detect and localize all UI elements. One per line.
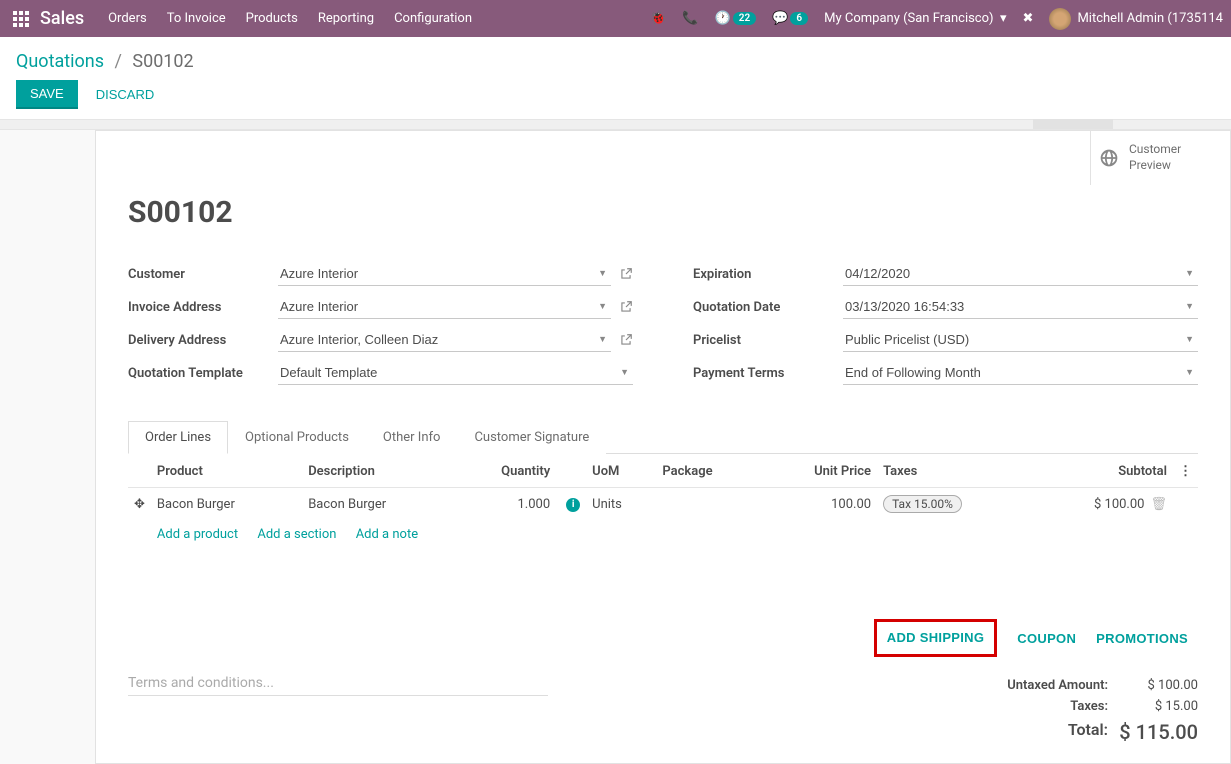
- col-package: Package: [656, 454, 761, 488]
- footer-buttons: ADD SHIPPING COUPON PROMOTIONS: [128, 619, 1198, 657]
- avatar: [1049, 8, 1071, 30]
- nav-to-invoice[interactable]: To Invoice: [167, 11, 226, 26]
- tab-order-lines[interactable]: Order Lines: [128, 421, 228, 454]
- discard-button[interactable]: DISCARD: [96, 87, 155, 102]
- cell-subtotal: $ 100.00: [1094, 497, 1145, 512]
- bug-icon[interactable]: 🐞: [650, 11, 666, 26]
- totals: Untaxed Amount:$ 100.00 Taxes:$ 15.00 To…: [938, 675, 1198, 747]
- taxes-value: $ 15.00: [1108, 699, 1198, 714]
- nav-products[interactable]: Products: [246, 11, 298, 26]
- external-link-icon[interactable]: [619, 300, 633, 314]
- breadcrumb: Quotations / S00102: [16, 37, 1215, 80]
- add-product-link[interactable]: Add a product: [157, 527, 238, 542]
- coupon-button[interactable]: COUPON: [1017, 619, 1076, 657]
- cell-product[interactable]: Bacon Burger: [151, 488, 302, 521]
- order-lines-table: Product Description Quantity UoM Package…: [128, 454, 1198, 549]
- total-label: Total:: [938, 720, 1108, 744]
- tab-customer-signature[interactable]: Customer Signature: [457, 421, 606, 454]
- highlight-box: ADD SHIPPING: [874, 619, 998, 657]
- col-taxes: Taxes: [877, 454, 1030, 488]
- promotions-button[interactable]: PROMOTIONS: [1096, 619, 1188, 657]
- col-unit-price: Unit Price: [761, 454, 877, 488]
- add-shipping-button[interactable]: ADD SHIPPING: [887, 630, 985, 645]
- external-link-icon[interactable]: [619, 267, 633, 281]
- messages-badge: 6: [790, 12, 808, 25]
- pricelist-label: Pricelist: [693, 333, 843, 348]
- apps-icon[interactable]: [12, 10, 30, 28]
- cell-unit-price[interactable]: 100.00: [761, 488, 877, 521]
- taxes-label: Taxes:: [938, 699, 1108, 714]
- tabs: Order Lines Optional Products Other Info…: [128, 420, 1198, 454]
- nav-orders[interactable]: Orders: [108, 11, 147, 26]
- payment-terms-field[interactable]: [843, 361, 1198, 385]
- total-value: $ 115.00: [1108, 720, 1198, 744]
- status-strip: [0, 120, 1231, 130]
- quotation-date-field[interactable]: [843, 295, 1198, 319]
- brand[interactable]: Sales: [40, 8, 84, 29]
- drag-handle-icon[interactable]: ✥: [128, 488, 151, 521]
- user-menu[interactable]: Mitchell Admin (1735114: [1049, 8, 1223, 30]
- cell-description[interactable]: Bacon Burger: [302, 488, 453, 521]
- pricelist-field[interactable]: [843, 328, 1198, 352]
- cell-package[interactable]: [656, 488, 761, 521]
- record-title: S00102: [128, 195, 1198, 230]
- delivery-address-field[interactable]: [278, 328, 611, 352]
- col-product: Product: [151, 454, 302, 488]
- messages-icon[interactable]: 💬6: [772, 11, 808, 26]
- untaxed-value: $ 100.00: [1108, 678, 1198, 693]
- breadcrumb-root[interactable]: Quotations: [16, 51, 104, 72]
- col-subtotal: Subtotal: [1030, 454, 1173, 488]
- col-options-icon[interactable]: ⋮: [1173, 454, 1198, 488]
- quotation-date-label: Quotation Date: [693, 300, 843, 315]
- untaxed-label: Untaxed Amount:: [938, 678, 1108, 693]
- trash-icon[interactable]: 🗑: [1150, 497, 1167, 512]
- invoice-address-field[interactable]: [278, 295, 611, 319]
- breadcrumb-current: S00102: [132, 51, 193, 72]
- nav-configuration[interactable]: Configuration: [394, 11, 472, 26]
- col-description: Description: [302, 454, 453, 488]
- save-button[interactable]: SAVE: [16, 80, 78, 109]
- info-icon[interactable]: i: [566, 498, 580, 512]
- customer-preview-button[interactable]: CustomerPreview: [1090, 131, 1230, 185]
- table-row[interactable]: ✥ Bacon Burger Bacon Burger 1.000 i Unit…: [128, 488, 1198, 521]
- tax-badge[interactable]: Tax 15.00%: [883, 495, 962, 513]
- delivery-address-label: Delivery Address: [128, 333, 278, 348]
- form-sheet: CustomerPreview S00102 Customer ▼ Invoic…: [95, 130, 1231, 764]
- tab-other-info[interactable]: Other Info: [366, 421, 458, 454]
- customer-field[interactable]: [278, 262, 611, 286]
- add-section-link[interactable]: Add a section: [257, 527, 336, 542]
- quotation-template-label: Quotation Template: [128, 366, 278, 381]
- company-selector[interactable]: My Company (San Francisco) ▾: [824, 11, 1006, 26]
- top-nav: Sales Orders To Invoice Products Reporti…: [0, 0, 1231, 37]
- settings-icon[interactable]: ✖: [1023, 11, 1034, 26]
- activity-icon[interactable]: 🕐22: [715, 11, 757, 26]
- external-link-icon[interactable]: [619, 333, 633, 347]
- control-panel: Quotations / S00102 SAVE DISCARD: [0, 37, 1231, 120]
- activity-badge: 22: [733, 12, 756, 25]
- quotation-template-field[interactable]: [278, 361, 633, 385]
- col-quantity: Quantity: [454, 454, 557, 488]
- expiration-field[interactable]: [843, 262, 1198, 286]
- tab-optional-products[interactable]: Optional Products: [228, 421, 366, 454]
- col-uom: UoM: [586, 454, 656, 488]
- terms-input[interactable]: Terms and conditions...: [128, 675, 548, 696]
- invoice-address-label: Invoice Address: [128, 300, 278, 315]
- cell-quantity[interactable]: 1.000: [454, 488, 557, 521]
- payment-terms-label: Payment Terms: [693, 366, 843, 381]
- nav-reporting[interactable]: Reporting: [318, 11, 374, 26]
- cell-uom[interactable]: Units: [586, 488, 656, 521]
- customer-label: Customer: [128, 267, 278, 282]
- phone-icon[interactable]: 📞: [682, 11, 698, 26]
- expiration-label: Expiration: [693, 267, 843, 282]
- globe-icon: [1099, 148, 1119, 168]
- add-note-link[interactable]: Add a note: [356, 527, 418, 542]
